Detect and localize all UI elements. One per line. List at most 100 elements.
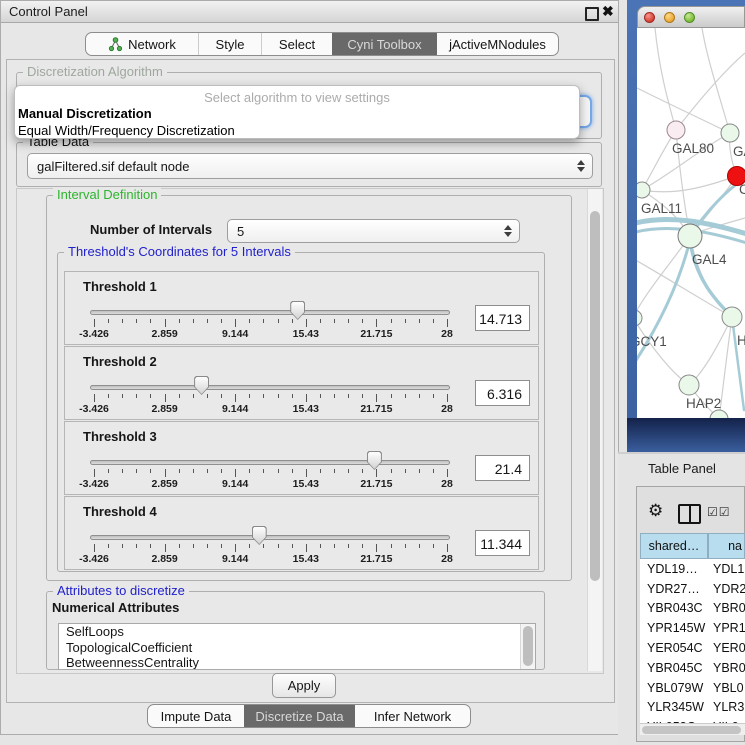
tab-select[interactable]: Select	[261, 33, 332, 55]
node-label: H	[737, 333, 745, 348]
apply-label: Apply	[288, 678, 321, 693]
numerical-attributes-list[interactable]: SelfLoopsTopologicalCoefficientBetweenne…	[58, 623, 536, 670]
control-panel-window: Control Panel ✖ Network Style Select	[0, 0, 619, 735]
table-row[interactable]: YLR345WYLR3	[640, 698, 745, 718]
node-hap2[interactable]	[679, 375, 699, 395]
table-row[interactable]: YDR27…YDR2	[640, 579, 745, 599]
algorithm-dropdown-popup: Select algorithm to view settings Manual…	[14, 85, 580, 139]
node-label: HAP2	[686, 396, 721, 411]
tab-network[interactable]: Network	[86, 33, 198, 55]
tab-label: Discretize Data	[255, 709, 343, 724]
node-gal4[interactable]	[678, 224, 702, 248]
dropdown-option-manual[interactable]: Manual Discretization	[15, 105, 579, 122]
minimize-traffic-light[interactable]	[664, 12, 675, 23]
slider-ticks	[94, 319, 447, 328]
group-title: Threshold's Coordinates for 5 Intervals	[64, 244, 295, 259]
slider-track[interactable]	[90, 460, 450, 465]
control-panel-titlebar[interactable]: Control Panel	[1, 1, 618, 23]
panel-scrollbar[interactable]	[587, 189, 602, 671]
table-header-row: shared… na	[640, 533, 745, 559]
table-data-group: Table Data galFiltered.sif default node	[16, 142, 602, 187]
slider-thumb[interactable]	[290, 301, 305, 320]
number-of-intervals-combobox[interactable]: 5	[227, 219, 520, 243]
list-item[interactable]: SelfLoops	[59, 624, 535, 640]
slider-tick-labels: -3.4262.8599.14415.4321.71528	[94, 553, 447, 565]
interval-definition-group: Interval Definition Number of Intervals …	[46, 195, 572, 581]
tab-infer-network[interactable]: Infer Network	[355, 705, 470, 727]
bottom-tab-bar: Impute Data Discretize Data Infer Networ…	[147, 704, 471, 728]
node-bottom[interactable]	[710, 410, 728, 418]
node-right[interactable]	[722, 307, 742, 327]
table-row[interactable]: YPR145WYPR1	[640, 618, 745, 638]
tab-label: Impute Data	[161, 709, 232, 724]
node-label: GA	[733, 144, 745, 159]
network-window-titlebar[interactable]	[637, 6, 745, 28]
apply-button[interactable]: Apply	[272, 673, 336, 698]
threshold-panel-2: Threshold 2 -3.4262.8599.14415.4321.7152…	[64, 346, 539, 420]
zoom-traffic-light[interactable]	[684, 12, 695, 23]
table-row[interactable]: YBR043CYBR0	[640, 599, 745, 619]
table-row[interactable]: YDL19…YDL1	[640, 559, 745, 579]
threshold-label: Threshold 2	[83, 354, 157, 369]
list-item[interactable]: BetweennessCentrality	[59, 655, 535, 670]
table-hscrollbar[interactable]	[640, 723, 745, 735]
slider-ticks	[94, 544, 447, 553]
thresholds-group: Threshold's Coordinates for 5 Intervals …	[57, 252, 545, 572]
tab-label: Infer Network	[374, 709, 451, 724]
slider-thumb[interactable]	[252, 526, 267, 545]
number-of-intervals-label: Number of Intervals	[90, 222, 212, 237]
table-body[interactable]: YDL19…YDL1YDR27…YDR2YBR043CYBR0YPR145WYP…	[640, 559, 745, 723]
node-gal11[interactable]	[637, 182, 650, 198]
threshold-value-field[interactable]: 21.4	[475, 455, 530, 481]
tab-jactivemnodules[interactable]: jActiveMNodules	[437, 33, 558, 55]
slider-ticks	[94, 394, 447, 403]
combo-value: galFiltered.sif default node	[37, 159, 189, 174]
checkboxes-icon[interactable]: ☑☑	[707, 505, 731, 519]
table-row[interactable]: YBL079WYBL0	[640, 678, 745, 698]
close-traffic-light[interactable]	[644, 12, 655, 23]
threshold-label: Threshold 1	[83, 279, 157, 294]
slider-thumb[interactable]	[367, 451, 382, 470]
tab-label: jActiveMNodules	[449, 37, 546, 52]
column-header-name[interactable]: na	[708, 533, 745, 559]
tab-label: Network	[128, 37, 176, 52]
cyni-toolbox-panel: Discretization Algorithm Select algorith…	[6, 59, 615, 703]
node-green-top[interactable]	[721, 124, 739, 142]
slider-tick-labels: -3.4262.8599.14415.4321.71528	[94, 328, 447, 340]
table-data-combobox[interactable]: galFiltered.sif default node	[27, 153, 593, 179]
node-gcy1[interactable]	[637, 310, 642, 326]
threshold-label: Threshold 3	[83, 429, 157, 444]
threshold-label: Threshold 4	[83, 504, 157, 519]
node-gal80[interactable]	[667, 121, 685, 139]
slider-track[interactable]	[90, 310, 450, 315]
table-panel-title: Table Panel	[648, 461, 716, 476]
slider-tick-labels: -3.4262.8599.14415.4321.71528	[94, 478, 447, 490]
slider-track[interactable]	[90, 385, 450, 390]
split-columns-icon[interactable]	[678, 504, 701, 524]
table-row[interactable]: YBR045CYBR0	[640, 658, 745, 678]
slider-track[interactable]	[90, 535, 450, 540]
table-row[interactable]: YER054CYER0	[640, 638, 745, 658]
list-scrollbar[interactable]	[520, 624, 535, 669]
group-title: Interval Definition	[53, 187, 161, 202]
network-view[interactable]: GAL80 GA GAL11 GAL4 GCY1 H HAP2 C	[637, 28, 745, 418]
network-graph: GAL80 GA GAL11 GAL4 GCY1 H HAP2 C	[637, 28, 745, 418]
close-icon[interactable]: ✖	[602, 3, 614, 20]
tab-style[interactable]: Style	[198, 33, 261, 55]
tab-cyni-toolbox[interactable]: Cyni Toolbox	[332, 33, 437, 55]
tab-label: Select	[279, 37, 315, 52]
threshold-value-field[interactable]: 6.316	[475, 380, 530, 406]
threshold-value-field[interactable]: 14.713	[475, 305, 530, 331]
dropdown-option-equal-width[interactable]: Equal Width/Frequency Discretization	[15, 122, 579, 139]
threshold-value-field[interactable]: 11.344	[475, 530, 530, 556]
tab-impute-data[interactable]: Impute Data	[148, 705, 244, 727]
settings-scrollpane: Interval Definition Number of Intervals …	[16, 188, 604, 674]
slider-thumb[interactable]	[194, 376, 209, 395]
float-window-icon[interactable]	[585, 7, 599, 21]
window-title: Control Panel	[9, 4, 88, 19]
tab-label: Cyni Toolbox	[347, 37, 421, 52]
column-header-shared[interactable]: shared…	[640, 533, 708, 559]
gear-icon[interactable]: ⚙	[648, 501, 663, 521]
list-item[interactable]: TopologicalCoefficient	[59, 640, 535, 656]
tab-discretize-data[interactable]: Discretize Data	[244, 705, 355, 727]
